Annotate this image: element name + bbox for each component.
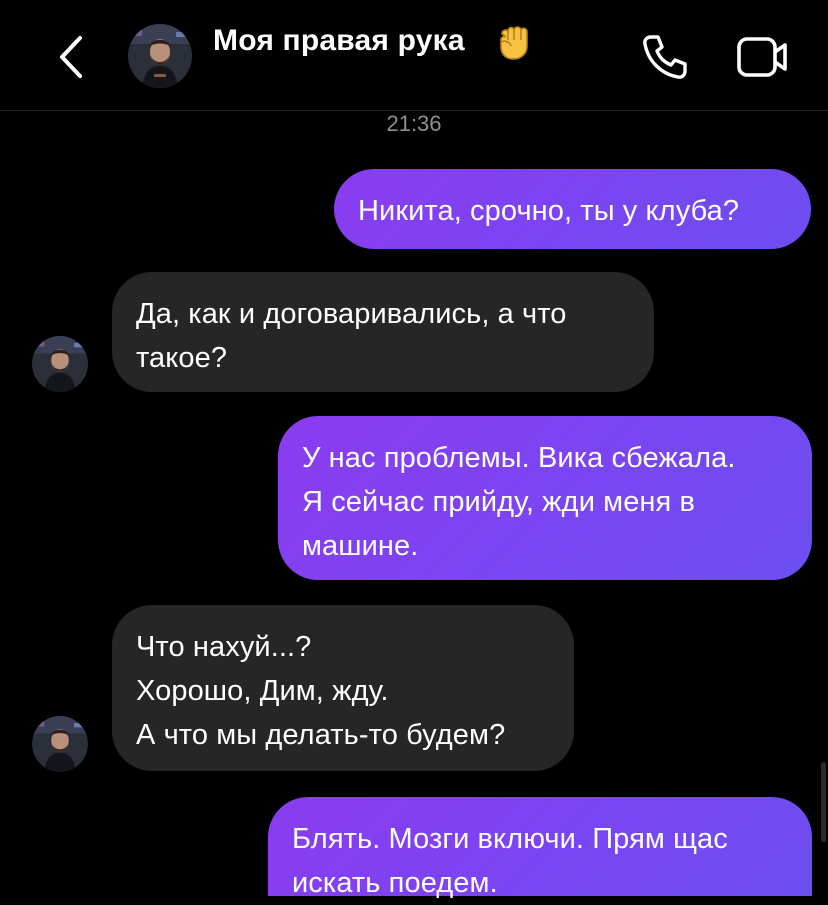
chat-header: Моя правая рука: [0, 0, 828, 111]
outgoing-message-bubble[interactable]: У нас проблемы. Вика сбежала. Я сейчас п…: [278, 416, 812, 580]
video-call-button[interactable]: [736, 34, 790, 80]
sender-avatar[interactable]: [32, 336, 88, 392]
sender-avatar[interactable]: [32, 716, 88, 772]
back-button[interactable]: [52, 34, 92, 80]
outgoing-message-bubble[interactable]: Блять. Мозги включи. Прям щас искать пое…: [268, 797, 812, 899]
contact-name[interactable]: Моя правая рука: [213, 24, 465, 58]
avatar-image: [32, 336, 88, 392]
call-button[interactable]: [640, 32, 690, 82]
outgoing-message-bubble[interactable]: Никита, срочно, ты у клуба?: [334, 169, 811, 249]
incoming-message-bubble[interactable]: Что нахуй...? Хорошо, Дим, жду. А что мы…: [112, 605, 574, 771]
scrollbar[interactable]: [821, 762, 826, 842]
raised-fist-emoji-icon: [493, 20, 533, 62]
avatar-image: [32, 716, 88, 772]
chevron-left-icon: [60, 36, 82, 78]
video-camera-icon: [737, 37, 787, 77]
avatar-image: [128, 24, 192, 88]
phone-icon: [643, 35, 687, 79]
incoming-message-bubble[interactable]: Да, как и договаривались, а что такое?: [112, 272, 654, 392]
contact-avatar[interactable]: [128, 24, 192, 88]
message-timestamp: 21:36: [386, 111, 442, 136]
